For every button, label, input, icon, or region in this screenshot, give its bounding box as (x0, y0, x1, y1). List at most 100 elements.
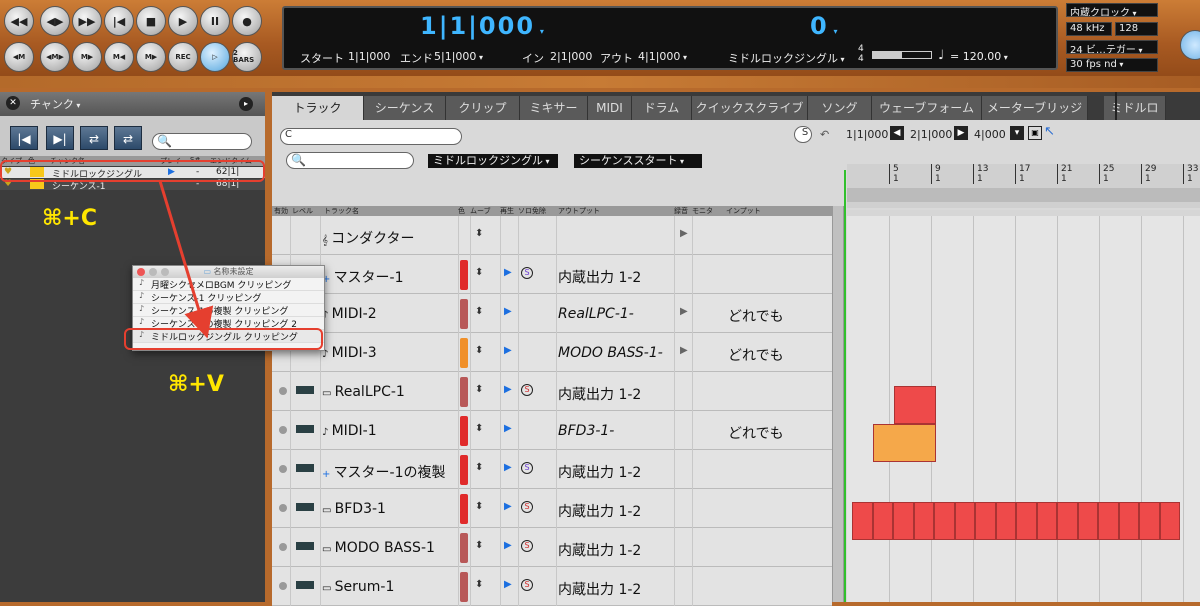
record-arm-icon[interactable]: ▶ (680, 345, 688, 356)
tab-0[interactable]: トラック (272, 96, 364, 120)
transport-option-button[interactable]: ◀M (4, 42, 34, 72)
window-minimize-icon[interactable] (149, 268, 157, 276)
track-column-header[interactable]: 再生 (500, 206, 514, 216)
ruler-bar-25[interactable]: 25 1 (1099, 164, 1114, 184)
track-enable-led[interactable] (279, 387, 287, 395)
track-name[interactable]: ♪ MIDI-2 (322, 306, 377, 322)
track-name[interactable]: ▭ MODO BASS-1 (322, 540, 435, 556)
track-column-header[interactable]: 録音 (674, 206, 688, 216)
move-icon[interactable]: ⬍ (475, 228, 483, 239)
transport-button[interactable]: ▶ (168, 6, 198, 36)
move-icon[interactable]: ⬍ (475, 267, 483, 278)
swap-alt-icon[interactable]: ⇄ (114, 126, 142, 150)
track-output[interactable]: 内蔵出力 1-2 (558, 540, 641, 560)
track-name[interactable]: ♪ MIDI-1 (322, 423, 377, 439)
track-name[interactable]: ▭ BFD3-1 (322, 501, 386, 517)
sample-rate[interactable]: 48 kHz (1066, 22, 1112, 36)
track-row[interactable]: ▭ Serum-1 ⬍ ▶ S 内蔵出力 1-2 (272, 567, 832, 606)
move-icon[interactable]: ⬍ (475, 306, 483, 317)
track-output[interactable]: 内蔵出力 1-2 (558, 501, 641, 521)
sequence-dropdown[interactable]: ミドルロックジングル (428, 154, 558, 168)
track-enable-led[interactable] (279, 543, 287, 551)
chunk-panel-title[interactable]: チャンク (30, 98, 80, 111)
transport-option-button[interactable]: REC (168, 42, 198, 72)
track-row[interactable]: + マスター-1 ⬍ ▶ S 内蔵出力 1-2 (272, 255, 832, 294)
undo-icon[interactable]: ↶ (820, 128, 829, 141)
ruler-bar-21[interactable]: 21 1 (1057, 164, 1072, 184)
solo-exempt-icon[interactable]: S (521, 540, 533, 552)
ruler-marker-strip[interactable] (847, 188, 1200, 202)
track-color[interactable] (460, 455, 468, 485)
midi-clip[interactable] (995, 502, 1016, 540)
solo-exempt-icon[interactable]: S (521, 267, 533, 279)
tab-4[interactable]: MIDI (588, 96, 632, 120)
track-name[interactable]: + マスター-1の複製 (322, 462, 446, 482)
midi-clip[interactable] (975, 502, 996, 540)
solo-exempt-icon[interactable]: S (521, 384, 533, 396)
midi-clip[interactable] (852, 502, 873, 540)
midi-clip[interactable] (894, 386, 936, 424)
buffer-size[interactable]: 128 (1115, 22, 1158, 36)
record-arm-icon[interactable]: ▶ (680, 228, 688, 239)
sequence-selector[interactable]: ミドルロックジングル (728, 50, 845, 66)
track-name[interactable]: + マスター-1 (322, 267, 404, 287)
track-output[interactable]: RealLPC-1- (558, 306, 634, 322)
track-input[interactable]: どれでも (728, 423, 784, 443)
track-row[interactable]: ♪ MIDI-2 ⬍ ▶ RealLPC-1- ▶ どれでも (272, 294, 832, 333)
track-play-button[interactable]: ▶ (504, 462, 512, 473)
end-value[interactable]: 5|1|000 (434, 50, 483, 63)
transport-option-button[interactable]: 2 BARS (232, 42, 262, 72)
midi-clip[interactable] (872, 502, 893, 540)
window-close-icon[interactable] (137, 268, 145, 276)
midi-clip[interactable] (934, 502, 955, 540)
track-row[interactable]: ▭ RealLPC-1 ⬍ ▶ S 内蔵出力 1-2 (272, 372, 832, 411)
locator-1[interactable]: 1|1|000 (846, 128, 888, 141)
pane-splitter[interactable] (832, 206, 844, 602)
clipping-item[interactable]: シーケンス-1の複製 クリッピング (133, 304, 324, 317)
window-zoom-icon[interactable] (161, 268, 169, 276)
midi-clip[interactable] (893, 502, 914, 540)
timeline-ruler[interactable]: 5 1 9 1 13 1 17 1 21 1 25 1 29 1 33 1 (847, 164, 1200, 208)
clipping-item[interactable]: シーケンス-1 クリッピング (133, 291, 324, 304)
track-name[interactable]: ♪ MIDI-3 (322, 345, 377, 361)
track-enable-led[interactable] (279, 426, 287, 434)
move-icon[interactable]: ⬍ (475, 384, 483, 395)
track-color[interactable] (460, 416, 468, 446)
midi-clip[interactable] (913, 502, 934, 540)
move-icon[interactable]: ⬍ (475, 423, 483, 434)
ruler-bar-29[interactable]: 29 1 (1141, 164, 1156, 184)
prev-chunk-button[interactable]: |◀ (10, 126, 38, 150)
main-position[interactable]: 1|1|000 (420, 12, 546, 40)
solo-exempt-icon[interactable]: S (521, 501, 533, 513)
timeline-grid[interactable] (847, 216, 1200, 602)
track-column-header[interactable]: アウトプット (558, 206, 600, 216)
midi-clip[interactable] (1036, 502, 1057, 540)
track-row[interactable]: ♪ MIDI-1 ⬍ ▶ BFD3-1- どれでも (272, 411, 832, 450)
track-row[interactable]: + マスター-1の複製 ⬍ ▶ S 内蔵出力 1-2 (272, 450, 832, 489)
track-play-button[interactable]: ▶ (504, 579, 512, 590)
track-play-button[interactable]: ▶ (504, 267, 512, 278)
panel-menu-icon[interactable]: ▸ (239, 97, 253, 111)
transport-option-button[interactable]: M◀ (104, 42, 134, 72)
playhead[interactable] (844, 170, 846, 602)
track-play-button[interactable]: ▶ (504, 501, 512, 512)
tab-6[interactable]: クイックスクライブ (692, 96, 808, 120)
next-chunk-button[interactable]: ▶| (46, 126, 74, 150)
prev-locator-icon[interactable]: ◀ (890, 126, 904, 140)
track-output[interactable]: 内蔵出力 1-2 (558, 579, 641, 599)
move-icon[interactable]: ⬍ (475, 345, 483, 356)
track-name[interactable]: ▭ Serum-1 (322, 579, 394, 595)
transport-option-button[interactable]: M▶ (136, 42, 166, 72)
midi-clip[interactable] (1118, 502, 1139, 540)
tab-9[interactable]: メーターブリッジ (982, 96, 1088, 120)
transport-button[interactable]: |◀ (104, 6, 134, 36)
tempo-value[interactable]: = 120.00 (950, 50, 1008, 63)
track-enable-led[interactable] (279, 582, 287, 590)
locator-menu-icon[interactable]: ▾ (1010, 126, 1024, 140)
track-output[interactable]: 内蔵出力 1-2 (558, 462, 641, 482)
track-color[interactable] (460, 377, 468, 407)
tab-10[interactable]: ミドルロ (1104, 96, 1166, 120)
in-value[interactable]: 2|1|000 (550, 50, 592, 63)
c-field[interactable]: C (280, 128, 462, 145)
track-column-header[interactable]: ムーブ (470, 206, 491, 216)
